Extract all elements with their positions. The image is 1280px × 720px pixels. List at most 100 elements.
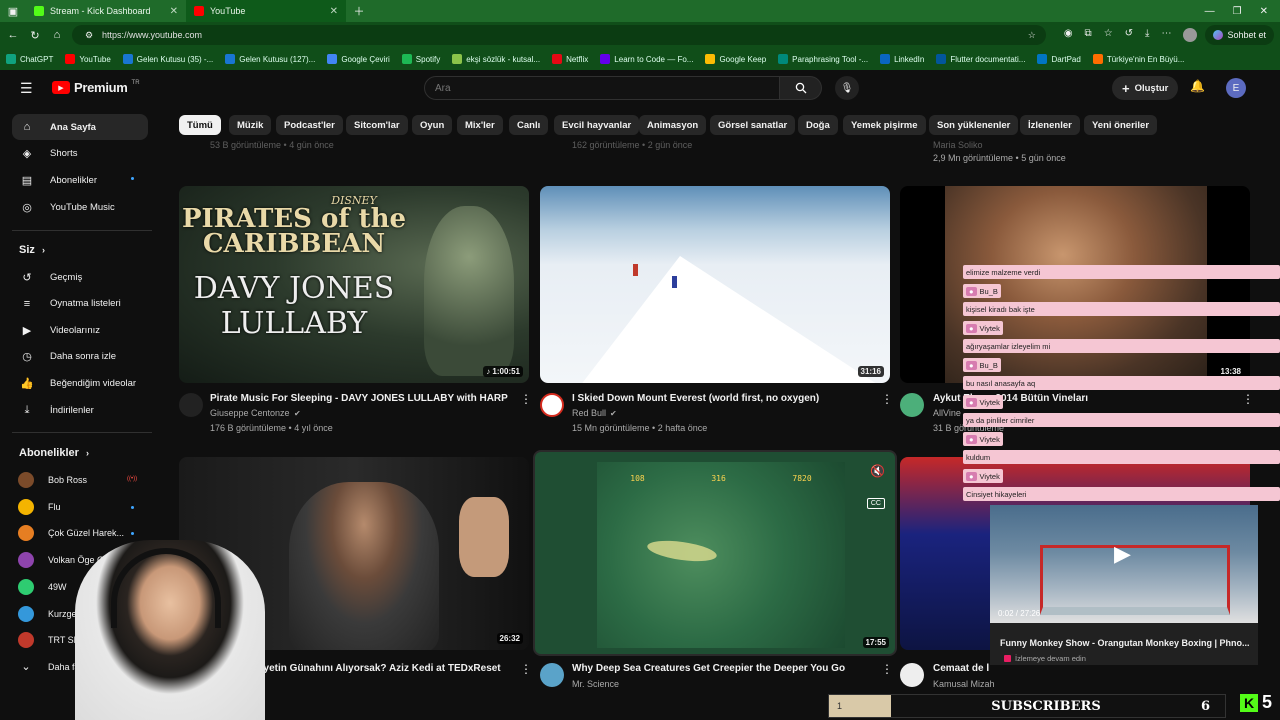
filter-chip[interactable]: Yeni öneriler xyxy=(1084,115,1158,135)
bookmark-item[interactable]: Google Keep xyxy=(705,54,766,64)
bookmark-item[interactable]: Learn to Code — Fo... xyxy=(600,54,693,64)
filter-chip[interactable]: Podcast'ler xyxy=(276,115,343,135)
video-title[interactable]: Pirate Music For Sleeping - DAVY JONES L… xyxy=(210,393,510,404)
bookmark-item[interactable]: ChatGPT xyxy=(6,54,53,64)
notifications-bell-icon[interactable]: 🔔 xyxy=(1190,79,1205,93)
video-title[interactable]: I Skied Down Mount Everest (world first,… xyxy=(572,393,872,404)
reload-icon[interactable]: ↻ xyxy=(28,28,42,42)
more-actions-icon[interactable]: ⋮ xyxy=(881,392,893,406)
bookmark-item[interactable]: ekşi sözlük - kutsal... xyxy=(452,54,540,64)
sidebar-item[interactable]: ▶ Videolarınız xyxy=(12,317,148,343)
filter-chip[interactable]: Canlı xyxy=(509,115,549,135)
filter-chip[interactable]: Son yüklenenler xyxy=(929,115,1019,135)
bookmark-item[interactable]: Gelen Kutusu (35) -... xyxy=(122,54,213,64)
url-input[interactable]: ⚙ https://www.youtube.com ☆ xyxy=(72,25,1046,45)
more-actions-icon[interactable]: ⋮ xyxy=(1242,392,1254,406)
video-preview-player[interactable]: 108 316 7820 🔇 CC 17:55 xyxy=(533,450,897,656)
subscriptions-section-header[interactable]: Abonelikler › xyxy=(19,447,89,459)
mini-player[interactable]: ▶ 0:02 / 27:26 Funny Monkey Show - Orang… xyxy=(990,505,1258,665)
captions-icon[interactable]: CC xyxy=(866,498,885,509)
filter-chip[interactable]: Tümü xyxy=(179,115,221,135)
video-title[interactable]: Why Deep Sea Creatures Get Creepier the … xyxy=(572,663,872,674)
mini-player-video[interactable]: ▶ 0:02 / 27:26 xyxy=(990,505,1258,623)
filter-chip[interactable]: Sitcom'lar xyxy=(346,115,408,135)
new-tab-icon[interactable]: ＋ xyxy=(352,4,366,18)
filter-chip[interactable]: Müzik xyxy=(229,115,272,135)
mute-icon[interactable]: 🔇 xyxy=(870,464,885,478)
search-input[interactable] xyxy=(424,76,780,100)
filter-chip[interactable]: Oyun xyxy=(412,115,453,135)
video-title[interactable]: Cemaat de İ xyxy=(933,663,993,674)
video-thumbnail[interactable]: DISNEY PIRATES of the CARIBBEAN DAVY JON… xyxy=(179,186,529,383)
sidebar-item[interactable]: ◎ YouTube Music xyxy=(12,194,148,220)
filter-chip[interactable]: Doğa xyxy=(798,115,838,135)
bookmark-item[interactable]: Paraphrasing Tool -... xyxy=(778,54,868,64)
bookmark-item[interactable]: Flutter documentati... xyxy=(936,54,1025,64)
close-icon[interactable]: ✕ xyxy=(330,6,338,17)
copilot-button[interactable]: Sohbet et xyxy=(1205,25,1274,45)
window-menu-icon[interactable]: ▣ xyxy=(6,4,20,18)
video-thumbnail[interactable]: 13:38 xyxy=(900,186,1250,383)
back-icon[interactable]: ← xyxy=(6,28,20,42)
bookmark-icon[interactable]: ☆ xyxy=(1104,28,1113,42)
bookmark-item[interactable]: Spotify xyxy=(401,54,440,64)
channel-avatar[interactable] xyxy=(900,393,924,417)
history-icon[interactable]: ↺ xyxy=(1125,28,1133,42)
menu-icon[interactable]: ☰ xyxy=(20,80,33,97)
profile-avatar[interactable] xyxy=(1183,28,1198,42)
filter-chip[interactable]: Animasyon xyxy=(639,115,707,135)
mini-player-title[interactable]: Funny Monkey Show - Orangutan Monkey Box… xyxy=(1000,638,1252,648)
search-button[interactable] xyxy=(780,76,822,100)
close-window-icon[interactable]: ✕ xyxy=(1260,6,1268,17)
more-actions-icon[interactable]: ⋮ xyxy=(520,662,532,676)
sidebar-item[interactable]: ▤ Abonelikler xyxy=(12,167,148,193)
filter-chip[interactable]: İzlenenler xyxy=(1020,115,1080,135)
subscription-item[interactable]: Çok Güzel Harek... xyxy=(18,523,138,543)
bookmark-item[interactable]: Türkiye'nin En Büyü... xyxy=(1092,54,1184,64)
sidebar-item[interactable]: ↺ Geçmiş xyxy=(12,264,148,290)
sidebar-item[interactable]: ◈ Shorts xyxy=(12,141,148,167)
video-title[interactable]: Ölübiyetin Günahını Alıyorsak? Aziz Kedi… xyxy=(238,663,513,674)
sidebar-item[interactable]: ≡ Oynatma listeleri xyxy=(12,291,148,317)
channel-avatar[interactable] xyxy=(900,663,924,687)
filter-chip[interactable]: Görsel sanatlar xyxy=(710,115,796,135)
channel-name[interactable]: AllVine xyxy=(933,408,961,418)
filter-chip[interactable]: Mix'ler xyxy=(457,115,503,135)
sidebar-item[interactable]: 👍 Beğendiğim videolar xyxy=(12,370,148,396)
youtube-logo[interactable]: ▶ Premium TR xyxy=(52,80,140,95)
channel-name[interactable]: Mr. Science xyxy=(572,679,619,689)
channel-name[interactable]: Red Bull xyxy=(572,408,606,418)
voice-search-button[interactable]: 🎙 xyxy=(835,76,859,100)
channel-name[interactable]: Kamusal Mizah xyxy=(933,679,995,689)
create-button[interactable]: + Oluştur xyxy=(1112,76,1179,100)
minimize-icon[interactable]: — xyxy=(1205,6,1215,17)
bookmark-item[interactable]: Gelen Kutusu (127)... xyxy=(225,54,315,64)
more-actions-icon[interactable]: ⋮ xyxy=(520,392,532,406)
sidebar-item[interactable]: ◷ Daha sonra izle xyxy=(12,344,148,370)
channel-avatar[interactable] xyxy=(179,393,203,417)
bookmark-item[interactable]: LinkedIn xyxy=(880,54,924,64)
star-icon[interactable]: ☆ xyxy=(1028,30,1036,41)
account-avatar[interactable]: E xyxy=(1226,78,1246,98)
channel-name[interactable]: Giuseppe Centonze xyxy=(210,408,290,418)
tab-youtube[interactable]: YouTube ✕ xyxy=(186,0,346,22)
bookmark-item[interactable]: Google Çeviri xyxy=(327,54,390,64)
home-icon[interactable]: ⌂ xyxy=(50,28,64,42)
maximize-icon[interactable]: ❐ xyxy=(1233,6,1242,17)
sidebar-item[interactable]: ⌂ Ana Sayfa xyxy=(12,114,148,140)
channel-avatar[interactable] xyxy=(540,663,564,687)
more-icon[interactable]: ⋯ xyxy=(1161,28,1171,42)
tab-kick[interactable]: Stream - Kick Dashboard ✕ xyxy=(26,0,186,22)
puzzle-icon[interactable]: ⧉ xyxy=(1085,28,1092,42)
play-icon[interactable]: ▶ xyxy=(1114,541,1131,567)
you-section-header[interactable]: Siz › xyxy=(19,244,45,256)
subscription-item[interactable]: Flu xyxy=(18,497,138,517)
channel-avatar[interactable] xyxy=(540,393,564,417)
filter-chip[interactable]: Evcil hayvanlar xyxy=(554,115,640,135)
bookmark-item[interactable]: YouTube xyxy=(65,54,111,64)
extension-icon[interactable]: ◉ xyxy=(1064,28,1073,42)
close-icon[interactable]: ✕ xyxy=(170,6,178,17)
more-actions-icon[interactable]: ⋮ xyxy=(881,662,893,676)
sidebar-item[interactable]: ⤓ İndirilenler xyxy=(12,397,148,423)
video-thumbnail[interactable]: 31:16 xyxy=(540,186,890,383)
